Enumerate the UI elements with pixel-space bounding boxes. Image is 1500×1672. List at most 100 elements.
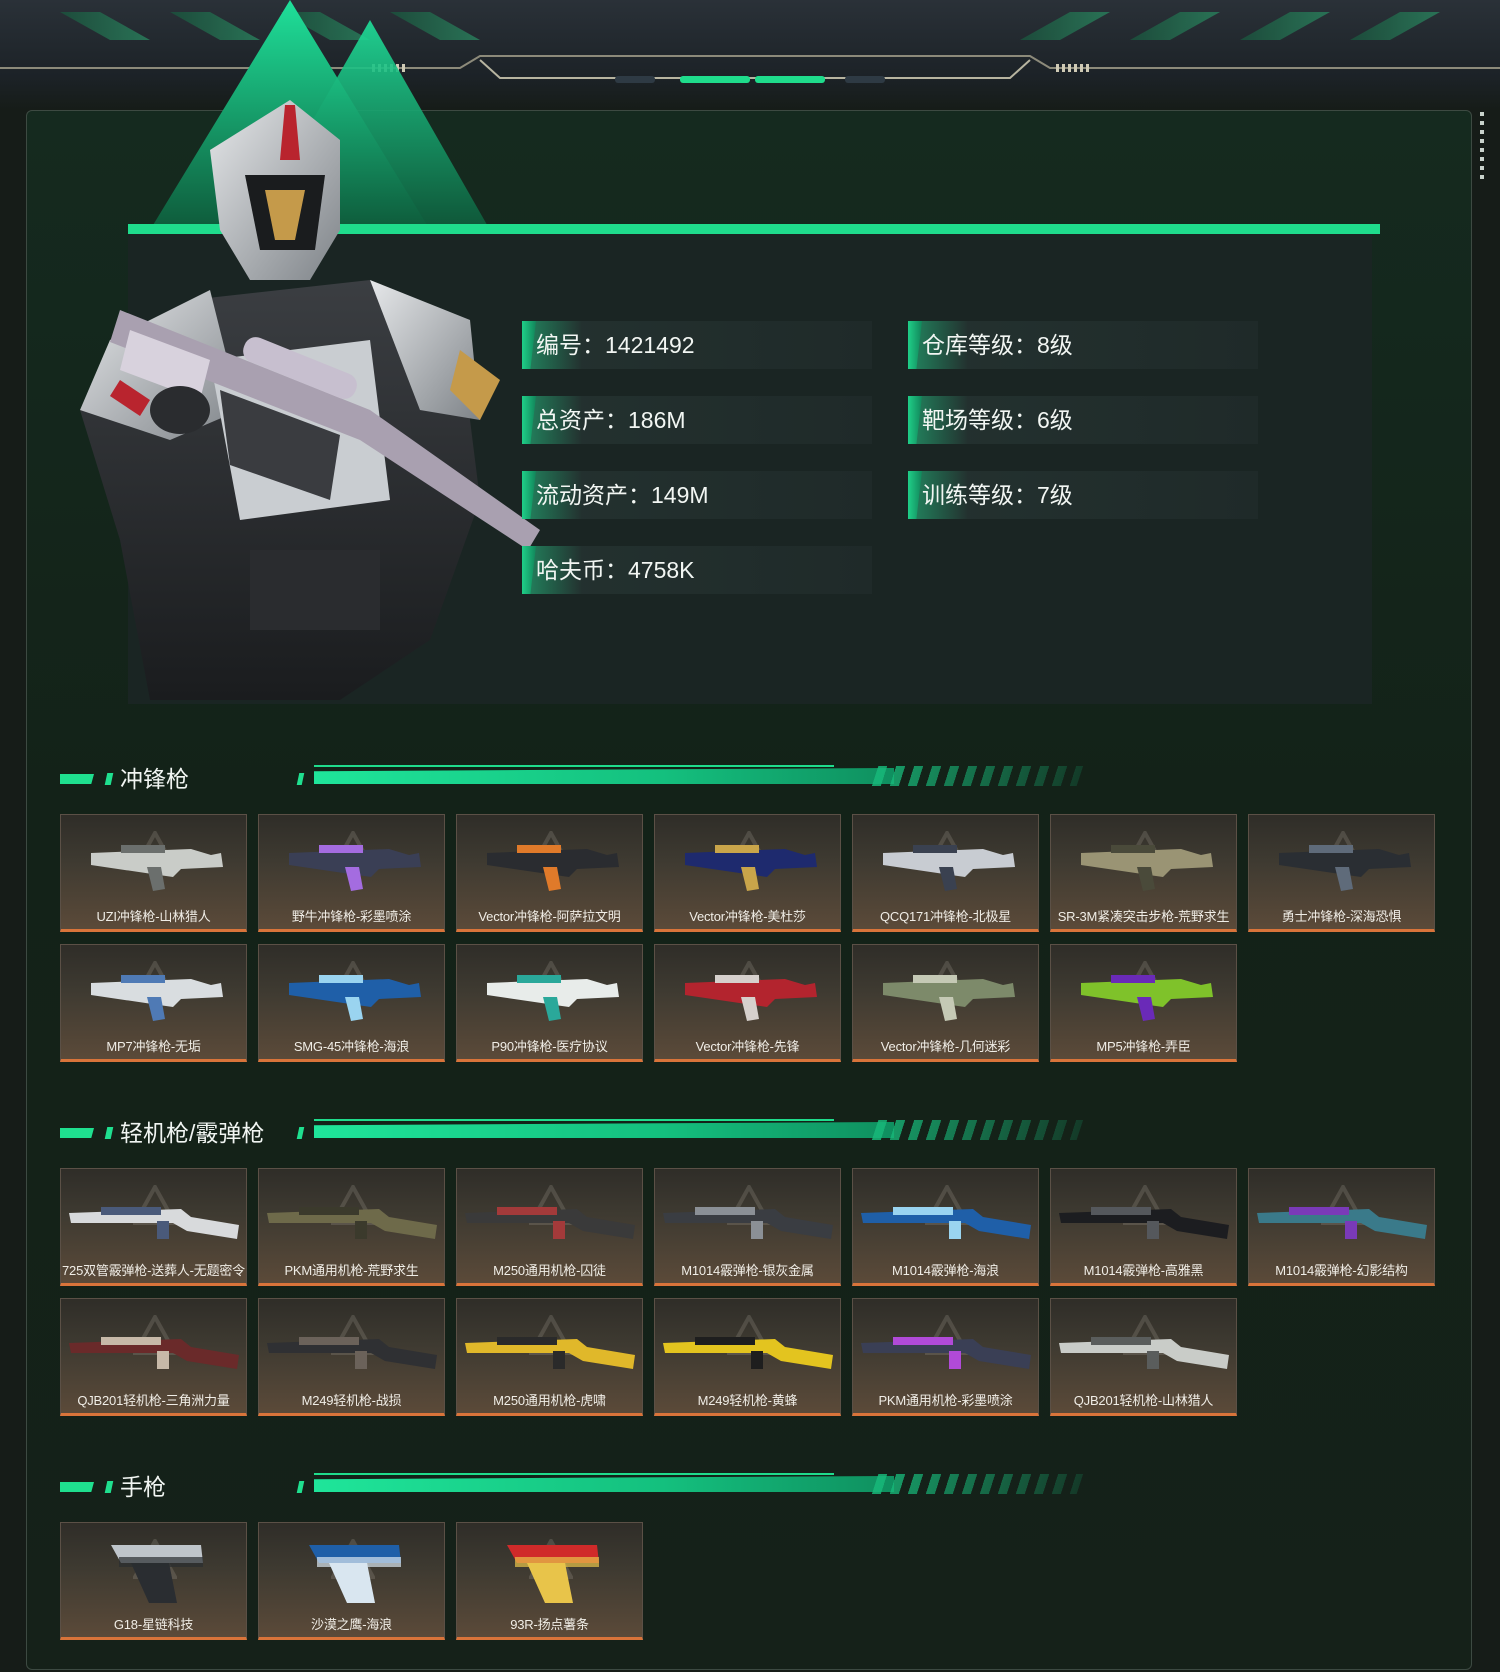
weapon-card[interactable]: G18-星链科技 [60,1522,247,1640]
stat-total-assets-text: 总资产：186M [536,407,686,433]
weapon-image [69,1337,239,1369]
stat-training-level-text: 训练等级：7级 [922,482,1073,508]
weapon-name: Vector冲锋枪-阿萨拉文明 [478,909,621,924]
weapon-image [91,845,223,891]
weapon-name: MP7冲锋枪-无垢 [106,1039,201,1054]
weapon-card[interactable]: SMG-45冲锋枪-海浪 [258,944,445,1062]
header-slash-icon [104,1481,114,1493]
weapon-image [1059,1337,1229,1369]
stat-liquid-assets: 流动资产：149M [522,471,872,519]
weapon-name: UZI冲锋枪-山林猎人 [96,909,211,924]
weapon-card[interactable]: PKM通用机枪-彩墨喷涂 [852,1298,1039,1416]
header-bar-icon [60,1482,94,1492]
operator-portrait [80,100,540,700]
weapon-card[interactable]: Vector冲锋枪-阿萨拉文明 [456,814,643,932]
weapon-image [685,975,817,1021]
weapon-image [91,975,223,1021]
weapon-card[interactable]: MP5冲锋枪-弄臣 [1050,944,1237,1062]
section-title: 手枪 [120,1474,166,1500]
weapon-name: 725双管霰弹枪-送葬人-无题密令 [62,1263,245,1278]
weapon-name: 野牛冲锋枪-彩墨喷涂 [291,909,412,924]
weapon-card[interactable]: PKM通用机枪-荒野求生 [258,1168,445,1286]
weapon-image [663,1207,833,1239]
stat-training-level: 训练等级：7级 [908,471,1258,519]
weapon-card[interactable]: QCQ171冲锋枪-北极星 [852,814,1039,932]
header-accent-line [314,1122,894,1138]
weapon-name: Vector冲锋枪-美杜莎 [689,909,806,924]
header-slash-icon [296,1127,305,1139]
header-slash-icon [104,1127,114,1139]
weapon-card[interactable]: QJB201轻机枪-三角洲力量 [60,1298,247,1416]
weapon-name: Vector冲锋枪-先锋 [695,1039,800,1054]
weapon-card[interactable]: UZI冲锋枪-山林猎人 [60,814,247,932]
weapon-card[interactable]: M250通用机枪-囚徒 [456,1168,643,1286]
stat-range-level-text: 靶场等级：6级 [922,407,1073,433]
weapon-name: M249轻机枪-战损 [301,1393,402,1408]
header-bar-icon [60,1128,94,1138]
header-thin-line [314,1119,834,1121]
weapon-name: M1014霰弹枪-银灰金属 [681,1263,814,1278]
weapon-card[interactable]: 沙漠之鹰-海浪 [258,1522,445,1640]
stat-id-text: 编号：1421492 [536,332,695,358]
weapon-card[interactable]: MP7冲锋枪-无垢 [60,944,247,1062]
weapon-image [1059,1207,1229,1239]
stat-haf-coins-text: 哈夫币：4758K [536,557,695,583]
weapon-name: Vector冲锋枪-几何迷彩 [880,1039,1011,1054]
weapon-name: 沙漠之鹰-海浪 [311,1617,392,1632]
weapon-image [1081,975,1213,1021]
weapon-card[interactable]: Vector冲锋枪-美杜莎 [654,814,841,932]
weapon-name: 勇士冲锋枪-深海恐惧 [1281,909,1402,924]
weapon-image [861,1337,1031,1369]
weapon-card[interactable]: 勇士冲锋枪-深海恐惧 [1248,814,1435,932]
weapon-name: M250通用机枪-囚徒 [493,1263,606,1278]
weapon-card[interactable]: SR-3M紧凑突击步枪-荒野求生 [1050,814,1237,932]
header-bar-icon [60,774,94,784]
section-header-smg: 冲锋枪 [60,762,1084,802]
weapon-card[interactable]: M250通用机枪-虎啸 [456,1298,643,1416]
header-thin-line [314,765,834,767]
weapon-image [309,1545,401,1603]
header-accent-line [314,768,894,784]
weapon-card[interactable]: 725双管霰弹枪-送葬人-无题密令 [60,1168,247,1286]
section-title: 轻机枪/霰弹枪 [120,1120,265,1146]
stat-id: 编号：1421492 [522,321,872,369]
weapon-card[interactable]: M1014霰弹枪-高雅黑 [1050,1168,1237,1286]
weapon-card[interactable]: P90冲锋枪-医疗协议 [456,944,643,1062]
stat-total-assets: 总资产：186M [522,396,872,444]
weapon-card[interactable]: M1014霰弹枪-幻影结构 [1248,1168,1435,1286]
weapon-name: M1014霰弹枪-海浪 [892,1263,999,1278]
weapon-name: MP5冲锋枪-弄臣 [1096,1039,1191,1054]
weapon-name: M249轻机枪-黄蜂 [697,1393,798,1408]
weapon-name: M1014霰弹枪-高雅黑 [1083,1263,1204,1278]
header-slash-icon [104,773,114,785]
weapon-image [861,1207,1031,1239]
weapon-image [507,1545,599,1603]
weapon-name: 93R-扬点薯条 [510,1617,589,1632]
header-slash-icon [296,773,305,785]
weapon-image [267,1337,437,1369]
weapon-card[interactable]: Vector冲锋枪-先锋 [654,944,841,1062]
stat-haf-coins: 哈夫币：4758K [522,546,872,594]
header-checker-pattern [871,1474,1084,1494]
weapon-name: G18-星链科技 [113,1617,194,1632]
scroll-dots-indicator [1480,112,1484,184]
header-slash-icon [296,1481,305,1493]
header-accent-line [314,1476,894,1492]
weapon-card[interactable]: 93R-扬点薯条 [456,1522,643,1640]
weapon-card[interactable]: M1014霰弹枪-海浪 [852,1168,1039,1286]
weapon-card[interactable]: 野牛冲锋枪-彩墨喷涂 [258,814,445,932]
weapon-name: SMG-45冲锋枪-海浪 [293,1039,410,1054]
weapon-image [289,845,421,891]
header-checker-pattern [871,1120,1084,1140]
weapon-card[interactable]: M1014霰弹枪-银灰金属 [654,1168,841,1286]
weapon-image [883,975,1015,1021]
stat-warehouse-level-text: 仓库等级：8级 [922,332,1073,358]
weapon-image [267,1207,437,1239]
weapon-card[interactable]: Vector冲锋枪-几何迷彩 [852,944,1039,1062]
weapon-card[interactable]: M249轻机枪-战损 [258,1298,445,1416]
weapon-name: M1014霰弹枪-幻影结构 [1275,1263,1408,1278]
weapon-image [465,1337,635,1369]
section-header-pistol: 手枪 [60,1470,1084,1510]
weapon-card[interactable]: M249轻机枪-黄蜂 [654,1298,841,1416]
weapon-card[interactable]: QJB201轻机枪-山林猎人 [1050,1298,1237,1416]
